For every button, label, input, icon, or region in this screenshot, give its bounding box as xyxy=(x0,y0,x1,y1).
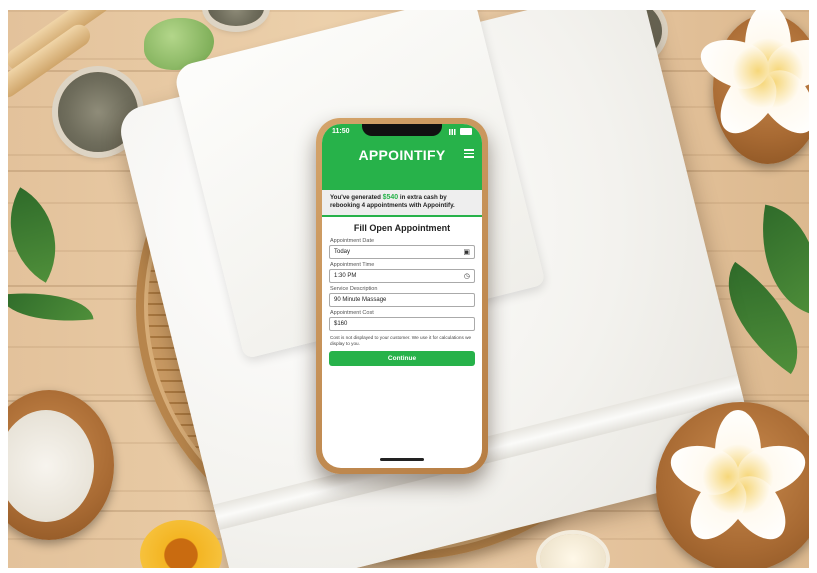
phone-screen: 11:50 APPOINTIFY You've generated $540 i… xyxy=(322,124,482,468)
herb-bowl xyxy=(208,10,264,26)
earnings-amount: $540 xyxy=(382,194,399,201)
smartphone: 11:50 APPOINTIFY You've generated $540 i… xyxy=(316,118,488,474)
earnings-banner: You've generated $540 in extra cash by r… xyxy=(322,190,482,217)
appointment-cost-label: Appointment Cost xyxy=(330,310,374,316)
green-leaf xyxy=(8,285,94,329)
appointment-cost-field[interactable]: $160 xyxy=(329,317,475,331)
appointment-date-field[interactable]: Today ▣ xyxy=(329,245,475,259)
app-logo: APPOINTIFY xyxy=(358,147,446,163)
form-title: Fill Open Appointment xyxy=(353,223,451,233)
calendar-icon[interactable]: ▣ xyxy=(463,249,470,256)
signal-icon xyxy=(449,128,457,135)
service-description-label: Service Description xyxy=(330,286,378,292)
candle xyxy=(540,534,606,568)
appointment-time-field[interactable]: 1:30 PM ◷ xyxy=(329,269,475,283)
service-description-field[interactable]: 90 Minute Massage xyxy=(329,293,475,307)
home-indicator xyxy=(380,458,424,461)
app-header: 11:50 APPOINTIFY xyxy=(322,124,482,190)
status-time: 11:50 xyxy=(332,128,350,135)
appointment-form: Fill Open Appointment Appointment Date T… xyxy=(322,217,482,370)
yellow-flower xyxy=(140,520,222,568)
cost-note: Cost is not displayed to your customer. … xyxy=(330,335,472,346)
battery-icon xyxy=(460,128,472,135)
continue-button[interactable]: Continue xyxy=(329,351,475,366)
clock-icon[interactable]: ◷ xyxy=(464,273,470,280)
appointment-date-label: Appointment Date xyxy=(330,238,375,244)
hamburger-menu-icon[interactable] xyxy=(464,149,474,158)
appointment-time-label: Appointment Time xyxy=(330,262,375,268)
green-leaf xyxy=(8,187,81,283)
